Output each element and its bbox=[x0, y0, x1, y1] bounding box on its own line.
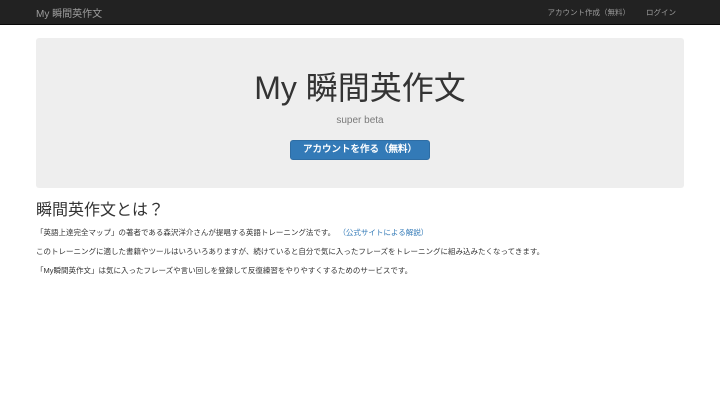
about-heading: 瞬間英作文とは？ bbox=[36, 202, 165, 219]
main-content: My 瞬間英作文 super beta アカウントを作る（無料） 瞬間英作文とは… bbox=[36, 38, 684, 276]
top-navbar: My 瞬間英作文 アカウント作成（無料） ログイン bbox=[0, 0, 720, 25]
about-paragraph-1: 「英語上達完全マップ」の著者である森沢洋介さんが提唱する英語トレーニング法です。… bbox=[36, 227, 684, 238]
about-section: 瞬間英作文とは？ 「英語上達完全マップ」の著者である森沢洋介さんが提唱する英語ト… bbox=[36, 202, 684, 276]
about-paragraphs: 「英語上達完全マップ」の著者である森沢洋介さんが提唱する英語トレーニング法です。… bbox=[36, 227, 684, 276]
create-account-button[interactable]: アカウントを作る（無料） bbox=[289, 140, 430, 160]
hero-jumbotron: My 瞬間英作文 super beta アカウントを作る（無料） bbox=[36, 38, 684, 188]
navbar-brand-link[interactable]: My 瞬間英作文 bbox=[36, 5, 102, 20]
about-paragraph-1-text: 「英語上達完全マップ」の著者である森沢洋介さんが提唱する英語トレーニング法です。 bbox=[36, 228, 336, 237]
navbar-links: アカウント作成（無料） ログイン bbox=[540, 7, 685, 18]
hero-subtitle: super beta bbox=[336, 115, 384, 126]
about-paragraph-3: 「My瞬間英作文」は気に入ったフレーズや言い回しを登録して反復練習をやりやすくす… bbox=[36, 266, 413, 275]
nav-item-login[interactable]: ログイン bbox=[638, 7, 684, 18]
about-paragraph-2: このトレーニングに適した書籍やツールはいろいろありますが、続けていると自分で気に… bbox=[36, 247, 545, 256]
hero-title: My 瞬間英作文 bbox=[254, 70, 466, 106]
nav-item-create-account[interactable]: アカウント作成（無料） bbox=[540, 7, 639, 18]
official-site-link[interactable]: （公式サイトによる解説） bbox=[342, 228, 428, 237]
